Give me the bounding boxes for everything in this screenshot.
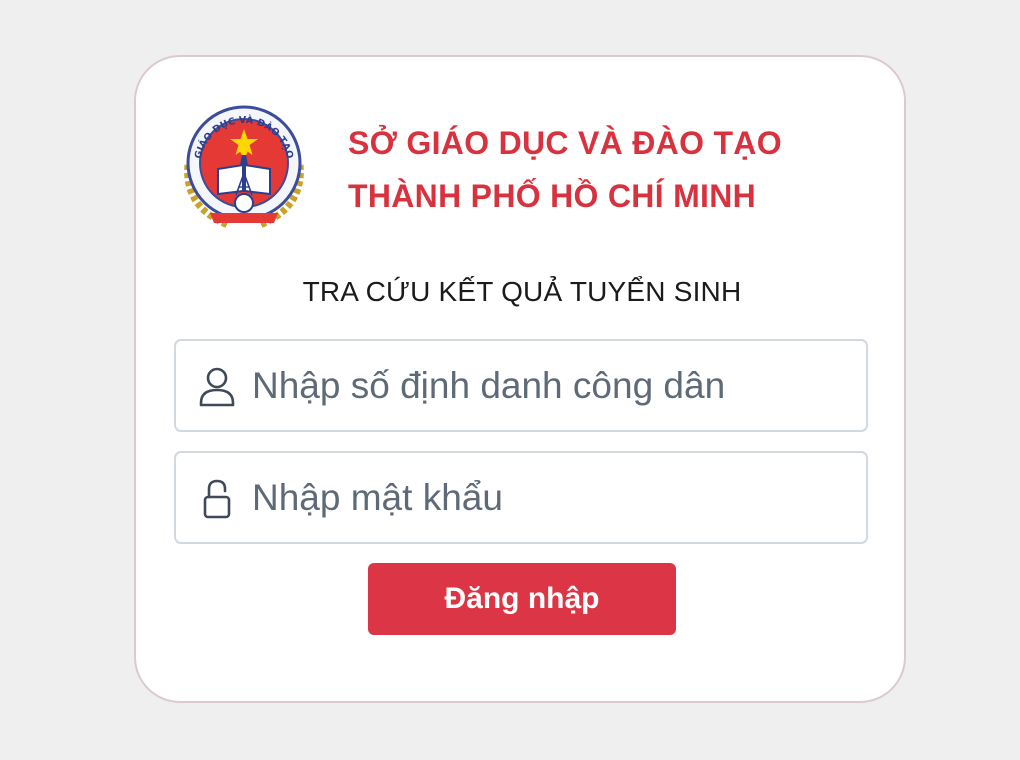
- citizen-id-input[interactable]: [252, 341, 852, 430]
- organization-name-line-1: SỞ GIÁO DỤC VÀ ĐÀO TẠO: [348, 125, 782, 161]
- password-field[interactable]: [174, 451, 868, 544]
- unlock-icon: [203, 479, 231, 519]
- login-card: GIÁO DỤC VÀ ĐÀO TẠO SỞ GIÁO DỤC VÀ ĐÀO T…: [134, 55, 906, 703]
- education-department-emblem-icon: GIÁO DỤC VÀ ĐÀO TẠO: [184, 105, 304, 229]
- citizen-id-field[interactable]: [174, 339, 868, 432]
- login-button[interactable]: Đăng nhập: [368, 563, 676, 635]
- password-input[interactable]: [252, 453, 852, 542]
- page-title: TRA CỨU KẾT QUẢ TUYỂN SINH: [302, 276, 742, 307]
- organization-name: SỞ GIÁO DỤC VÀ ĐÀO TẠO THÀNH PHỐ HỒ CHÍ …: [348, 117, 888, 223]
- organization-name-line-2: THÀNH PHỐ HỒ CHÍ MINH: [348, 178, 757, 214]
- user-icon: [199, 367, 235, 407]
